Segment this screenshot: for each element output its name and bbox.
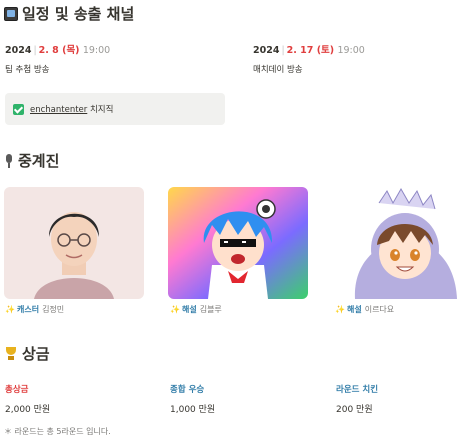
caster-caption-2: ✨ 해설 김블루 — [170, 304, 222, 315]
event-name-1: 팀 추첨 방송 — [5, 65, 50, 75]
caster-role: 해설 — [181, 305, 197, 314]
trophy-icon — [4, 346, 18, 361]
prize-footnote: ＊ 라운드는 총 5라운드 입니다. — [4, 426, 111, 437]
caster-name: 이르다요 — [364, 305, 395, 314]
caster-name: 김정민 — [42, 305, 65, 314]
casters-heading: 중계진 — [4, 150, 59, 171]
channel-platform: 치지직 — [89, 105, 114, 115]
channel-callout: enchantenter 치지직 — [5, 93, 225, 125]
prize-value-total: 2,000 만원 — [5, 405, 51, 415]
event-date-1: 2024 | 2. 8 (목) 19:00 — [5, 45, 111, 56]
anime-avatar-icon — [168, 187, 308, 299]
caster-caption-1: ✨ 캐스터 김정민 — [5, 304, 64, 315]
prize-value-round: 200 만원 — [336, 405, 373, 415]
caster-role: 캐스터 — [16, 305, 40, 314]
prize-label-total: 총상금 — [5, 385, 29, 395]
event-date: 2. 17 (토) — [286, 45, 335, 56]
microphone-icon — [4, 153, 14, 168]
asterisk-icon: ＊ — [4, 427, 15, 436]
prize-label-round: 라운드 치킨 — [336, 385, 379, 395]
casters-title: 중계진 — [18, 152, 60, 170]
event-time: 19:00 — [82, 45, 111, 56]
prizes-title: 상금 — [22, 345, 50, 363]
sparkle-icon: ✨ — [335, 305, 345, 314]
caster-name: 김블루 — [199, 305, 222, 314]
caster-photo-3[interactable] — [333, 187, 473, 299]
event-year: 2024 — [5, 45, 32, 56]
chibi-avatar-icon — [333, 187, 473, 299]
schedule-heading: 일정 및 송출 채널 — [4, 3, 134, 24]
footnote-text: 라운드는 총 5라운드 입니다. — [14, 427, 111, 436]
schedule-title: 일정 및 송출 채널 — [22, 5, 135, 23]
caster-photo-1[interactable] — [4, 187, 144, 299]
prizes-heading: 상금 — [4, 343, 50, 364]
event-date: 2. 8 (목) — [38, 45, 80, 56]
event-name-2: 매치데이 방송 — [253, 65, 303, 75]
event-time: 19:00 — [337, 45, 365, 56]
tv-icon — [4, 6, 18, 21]
caster-photo-2[interactable] — [168, 187, 308, 299]
person-photo-icon — [4, 187, 144, 299]
event-date-2: 2024 | 2. 17 (토) 19:00 — [253, 45, 365, 56]
caster-role: 해설 — [346, 305, 362, 314]
caster-caption-3: ✨ 해설 이르다요 — [335, 304, 394, 315]
event-year: 2024 — [253, 45, 280, 56]
sparkle-icon: ✨ — [5, 305, 15, 314]
sparkle-icon: ✨ — [170, 305, 180, 314]
channel-link[interactable]: enchantenter — [30, 105, 87, 115]
check-icon — [13, 103, 24, 115]
prize-value-champion: 1,000 만원 — [170, 405, 216, 415]
prize-label-champion: 종합 우승 — [170, 385, 205, 395]
